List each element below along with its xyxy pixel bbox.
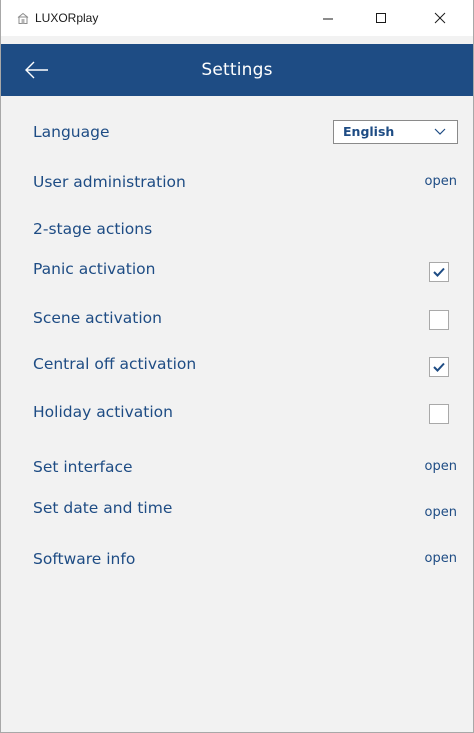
central-off-activation-checkbox[interactable] <box>429 357 449 377</box>
language-select[interactable]: English <box>333 120 458 144</box>
software-info-open-link[interactable]: open <box>425 550 457 568</box>
checkmark-icon <box>433 362 445 372</box>
set-interface-open-link[interactable]: open <box>425 458 457 476</box>
maximize-icon <box>376 13 386 23</box>
user-administration-label: User administration <box>33 173 186 191</box>
minimize-icon <box>323 18 333 20</box>
window-title: LUXORplay <box>35 11 99 25</box>
checkmark-icon <box>433 267 445 277</box>
holiday-activation-label: Holiday activation <box>33 403 173 421</box>
close-icon <box>434 12 446 24</box>
set-interface-label: Set interface <box>33 458 133 476</box>
app-header: Settings <box>1 44 473 96</box>
user-administration-open-link[interactable]: open <box>425 173 457 191</box>
page-title: Settings <box>201 60 273 80</box>
set-date-time-label: Set date and time <box>33 499 173 517</box>
minimize-button[interactable] <box>305 0 351 36</box>
close-button[interactable] <box>417 0 463 36</box>
panic-activation-checkbox[interactable] <box>429 262 449 282</box>
language-label: Language <box>33 123 110 141</box>
software-info-label: Software info <box>33 550 136 568</box>
scene-activation-checkbox[interactable] <box>429 310 449 330</box>
app-window: LUXORplay Settings Language English User… <box>0 0 474 733</box>
central-off-activation-label: Central off activation <box>33 355 197 373</box>
house-icon <box>17 12 29 24</box>
window-titlebar: LUXORplay <box>1 0 473 36</box>
language-select-value: English <box>343 124 395 139</box>
chevron-down-icon <box>434 128 446 135</box>
maximize-button[interactable] <box>358 0 404 36</box>
scene-activation-label: Scene activation <box>33 309 162 327</box>
panic-activation-label: Panic activation <box>33 260 156 278</box>
holiday-activation-checkbox[interactable] <box>429 404 449 424</box>
two-stage-actions-heading: 2-stage actions <box>33 220 153 238</box>
set-date-time-open-link[interactable]: open <box>425 504 457 522</box>
